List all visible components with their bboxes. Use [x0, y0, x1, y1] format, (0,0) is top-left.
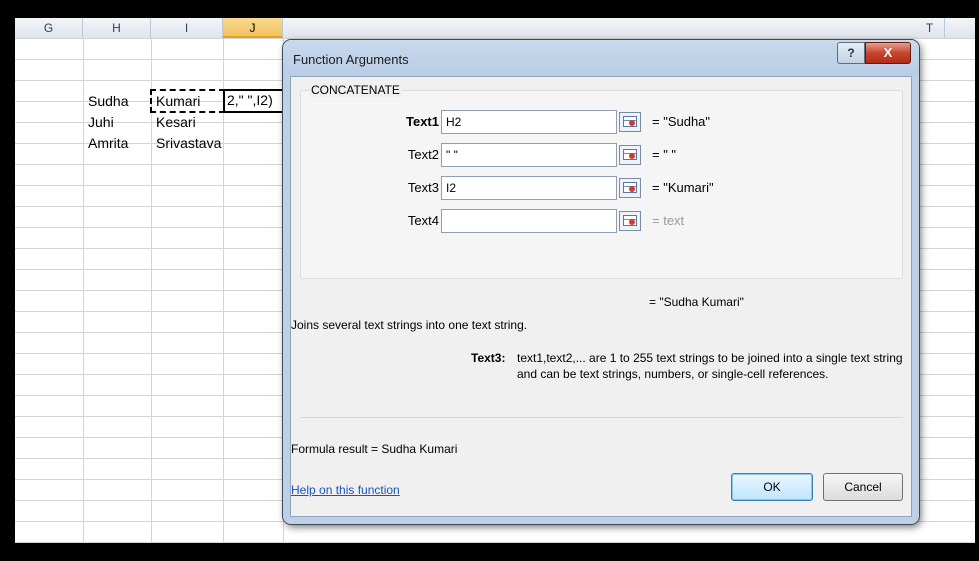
arg-result-text3: = "Kumari" — [652, 180, 714, 195]
column-header-bar: G H I J T — [15, 18, 975, 39]
ok-button[interactable]: OK — [731, 473, 813, 501]
column-header-h[interactable]: H — [83, 18, 151, 38]
arg-row-text4: Text4 = text — [301, 209, 902, 233]
collapse-dialog-icon[interactable] — [619, 178, 641, 198]
collapse-dialog-icon[interactable] — [619, 145, 641, 165]
arg-input-text3[interactable]: I2 — [441, 176, 617, 200]
function-description: Joins several text strings into one text… — [291, 318, 528, 332]
dialog-body: Text1 H2 = "Sudha" Text2 " " = " " Text3… — [290, 76, 912, 517]
cell-i3[interactable]: Kesari — [153, 112, 196, 133]
arg-row-text1: Text1 H2 = "Sudha" — [301, 110, 902, 134]
copy-selection-marquee — [150, 89, 225, 113]
cell-h2[interactable]: Sudha — [85, 91, 128, 112]
arg-help-name: Text3: — [471, 351, 506, 365]
help-button[interactable]: ? — [837, 42, 865, 64]
formula-result: Formula result = Sudha Kumari — [291, 442, 458, 456]
arg-label-text3: Text3 — [407, 180, 439, 195]
cell-h3[interactable]: Juhi — [85, 112, 114, 133]
collapse-dialog-icon[interactable] — [619, 211, 641, 231]
column-header-g[interactable]: G — [15, 18, 83, 38]
collapse-dialog-icon[interactable] — [619, 112, 641, 132]
cell-h4[interactable]: Amrita — [85, 133, 128, 154]
gridline — [151, 38, 152, 543]
arg-row-text2: Text2 " " = " " — [301, 143, 902, 167]
arg-label-text1: Text1 — [406, 114, 439, 129]
arg-input-text2[interactable]: " " — [441, 143, 617, 167]
arg-label-text4: Text4 — [407, 213, 439, 228]
arguments-group: Text1 H2 = "Sudha" Text2 " " = " " Text3… — [300, 90, 903, 279]
column-header-j[interactable]: J — [223, 18, 283, 38]
cancel-button[interactable]: Cancel — [823, 473, 903, 501]
column-header-i[interactable]: I — [151, 18, 223, 38]
cell-i4[interactable]: Srivastava — [153, 133, 221, 154]
gridline — [83, 38, 84, 543]
arg-result-text4: = text — [652, 213, 685, 228]
overall-result: = "Sudha Kumari" — [649, 295, 744, 309]
close-button[interactable]: X — [865, 42, 911, 64]
arg-label-text2: Text2 — [407, 147, 439, 162]
separator — [300, 417, 903, 418]
active-cell-j2[interactable]: 2," ",I2) — [223, 89, 285, 113]
arg-help-line1: text1,text2,... are 1 to 255 text string… — [517, 351, 903, 365]
arg-input-text1[interactable]: H2 — [441, 110, 617, 134]
arg-result-text1: = "Sudha" — [652, 114, 711, 129]
dialog-title: Function Arguments — [293, 52, 409, 67]
help-on-function-link[interactable]: Help on this function — [291, 483, 400, 497]
arg-input-text4[interactable] — [441, 209, 617, 233]
column-header-t[interactable]: T — [915, 18, 945, 38]
arg-row-text3: Text3 I2 = "Kumari" — [301, 176, 902, 200]
arg-help-line2: and can be text strings, numbers, or sin… — [517, 367, 829, 381]
function-arguments-dialog: Function Arguments ? X Text1 H2 = "Sudha… — [283, 40, 919, 524]
gridline — [223, 38, 224, 543]
arg-result-text2: = " " — [652, 147, 677, 162]
function-name-label: CONCATENATE — [309, 83, 402, 97]
title-buttons: ? X — [837, 42, 911, 64]
